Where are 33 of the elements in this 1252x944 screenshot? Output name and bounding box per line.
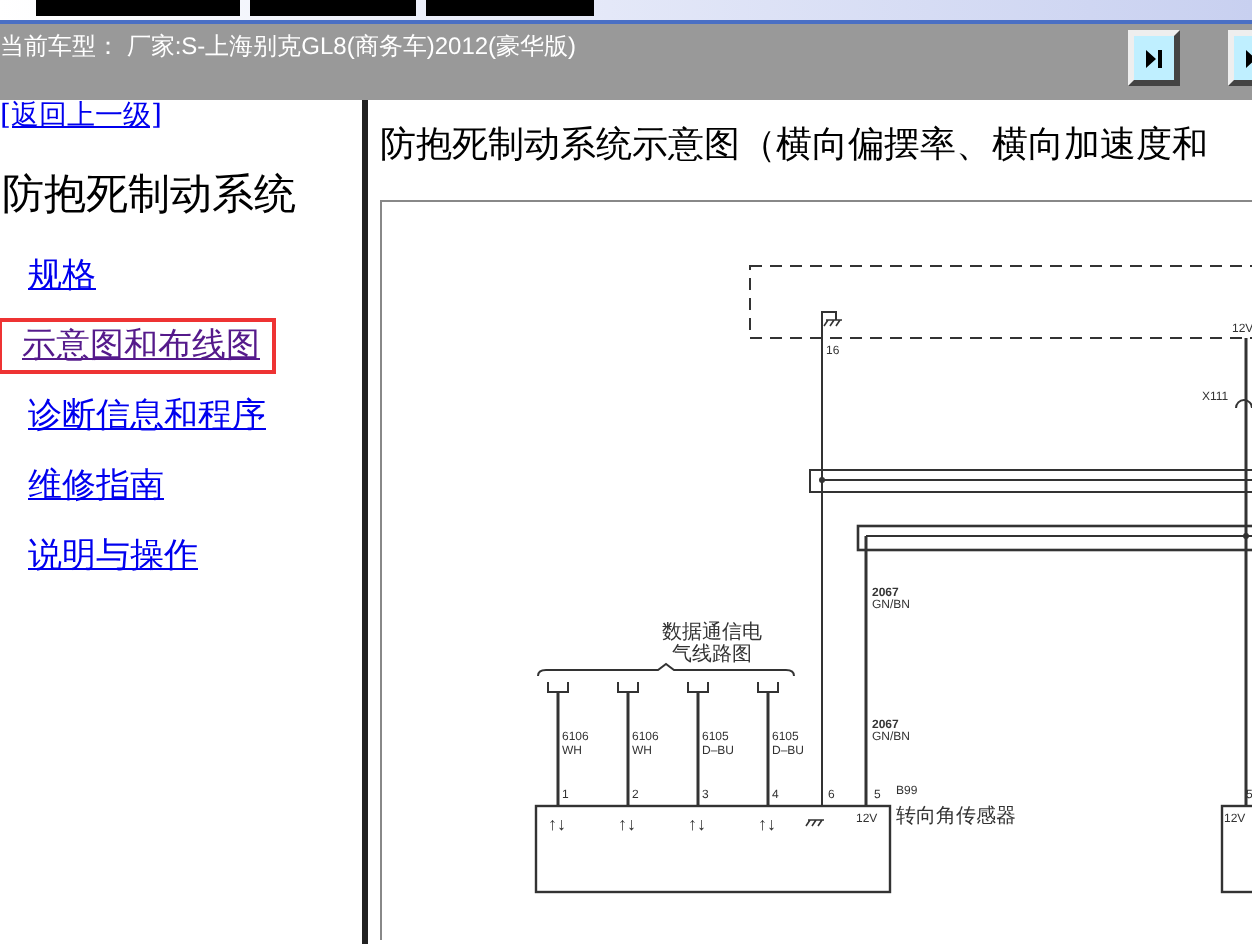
connector-icon: [617, 681, 639, 693]
harness-label: 气线路图: [672, 644, 752, 666]
ground-icon: [805, 819, 825, 827]
bidirectional-label: ↑↓: [618, 814, 636, 834]
vehicle-model-text: 当前车型： 厂家:S-上海别克GL8(商务车)2012(豪华版): [0, 30, 577, 64]
data-wire: [626, 692, 630, 806]
harness-label: 数据通信电: [662, 622, 762, 644]
bidirectional-label: ↑↓: [758, 814, 776, 834]
next-button[interactable]: [1128, 30, 1180, 86]
connector-icon: [687, 681, 709, 693]
sidebar-title: 防抱死制动系统: [2, 168, 298, 222]
bidirectional-label: ↑↓: [548, 814, 566, 834]
tab[interactable]: [250, 0, 416, 16]
sidebar-link[interactable]: 示意图和布线图: [0, 317, 276, 373]
sidebar-link[interactable]: 规格: [0, 247, 100, 303]
page-title: 防抱死制动系统示意图（横向偏摆率、横向加速度和: [380, 122, 1210, 170]
data-wire: [766, 692, 770, 806]
data-wire: [556, 692, 560, 806]
connector-icon: [547, 681, 569, 693]
bidirectional-label: ↑↓: [688, 814, 706, 834]
tab[interactable]: [426, 0, 594, 16]
data-wire: [696, 692, 700, 806]
tab[interactable]: [36, 0, 240, 16]
back-link[interactable]: [返回上一级]: [0, 102, 362, 130]
connector-icon: [757, 681, 779, 693]
component-name: 转向角传感器: [896, 806, 1016, 828]
sidebar-link[interactable]: 诊断信息和程序: [0, 387, 270, 443]
skip-forward-icon: [1146, 49, 1162, 67]
sidebar-link[interactable]: 说明与操作: [0, 527, 202, 583]
ground-icon: [823, 319, 843, 327]
module-box: [1220, 804, 1252, 894]
connector-icon: [1235, 399, 1252, 409]
sidebar-link[interactable]: 维修指南: [0, 457, 168, 513]
